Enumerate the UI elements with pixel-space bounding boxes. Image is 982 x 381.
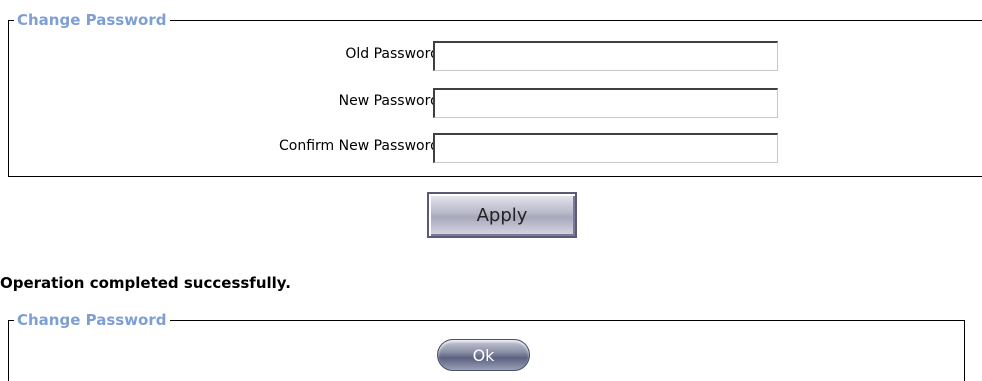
confirm-new-password-input[interactable] [433,133,778,163]
old-password-input[interactable] [433,41,778,71]
old-password-label: Old Password [345,46,439,62]
confirm-new-password-row: Confirm New Password [9,133,982,163]
ok-button[interactable]: Ok [437,339,530,371]
new-password-input[interactable] [433,88,778,118]
new-password-label: New Password [338,93,439,109]
apply-button[interactable]: Apply [427,192,577,238]
confirm-new-password-label: Confirm New Password [278,138,439,154]
result-panel-fieldset: Change Password Ok [8,310,965,381]
status-message: Operation completed successfully. [0,274,291,292]
change-password-legend: Change Password [14,10,170,30]
result-panel-legend: Change Password [14,310,170,330]
old-password-row: Old Password [9,41,982,71]
change-password-fieldset: Change Password Old Password New Passwor… [8,10,982,177]
new-password-row: New Password [9,88,982,118]
